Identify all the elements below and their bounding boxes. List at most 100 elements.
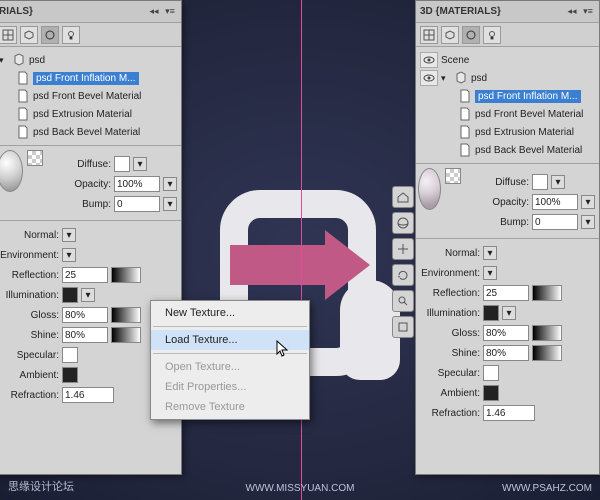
label-normal: Normal: (0, 230, 59, 241)
diffuse-swatch[interactable] (532, 174, 548, 190)
visibility-eye-icon[interactable] (420, 70, 438, 86)
panel-header[interactable]: RIALS} ◂◂ ▾≡ (0, 1, 181, 23)
filter-mesh-icon[interactable] (441, 26, 459, 44)
tree-item-label: psd Front Inflation M... (33, 72, 139, 85)
tree-row-item[interactable]: psd Front Bevel Material (0, 87, 179, 105)
diffuse-swatch[interactable] (114, 156, 130, 172)
ambient-swatch[interactable] (483, 385, 499, 401)
opacity-menu-icon[interactable]: ▾ (163, 177, 177, 191)
label-specular: Specular: (0, 350, 59, 361)
menu-new-texture[interactable]: New Texture... (151, 303, 309, 323)
refraction-input[interactable]: 1.46 (62, 387, 114, 403)
tool-pan-icon[interactable] (392, 238, 414, 260)
panel-title: RIALS} (0, 6, 33, 17)
shine-grad[interactable] (111, 327, 141, 343)
illum-swatch[interactable] (483, 305, 499, 321)
env-menu-icon[interactable]: ▾ (483, 266, 497, 280)
menu-remove-texture[interactable]: Remove Texture (151, 397, 309, 417)
label-illumination: Illumination: (418, 308, 480, 319)
tool-home-icon[interactable] (392, 186, 414, 208)
page-icon (458, 143, 472, 157)
tree-row-root[interactable]: ▾ psd (0, 51, 179, 69)
shine-grad[interactable] (532, 345, 562, 361)
tree-row-item[interactable]: psd Front Inflation M... (418, 87, 597, 105)
gloss-input[interactable]: 80% (483, 325, 529, 341)
tree-row-item[interactable]: psd Back Bevel Material (418, 141, 597, 159)
tree-row-item[interactable]: psd Back Bevel Material (0, 123, 179, 141)
gloss-grad[interactable] (111, 307, 141, 323)
tree-item-label: psd Front Bevel Material (33, 91, 141, 102)
label-specular: Specular: (418, 368, 480, 379)
diffuse-menu-icon[interactable]: ▾ (133, 157, 147, 171)
watermark-mid: WWW.MISSYUAN.COM (246, 483, 355, 494)
menu-edit-properties[interactable]: Edit Properties... (151, 377, 309, 397)
illum-menu-icon[interactable]: ▾ (502, 306, 516, 320)
refraction-input[interactable]: 1.46 (483, 405, 535, 421)
diffuse-menu-icon[interactable]: ▾ (551, 175, 565, 189)
page-icon (16, 71, 30, 85)
tool-scale-icon[interactable] (392, 316, 414, 338)
filter-scene-icon[interactable] (0, 26, 17, 44)
tree-row-item[interactable]: psd Extrusion Material (0, 105, 179, 123)
twisty-icon[interactable]: ▾ (441, 73, 451, 84)
tree-row-scene[interactable]: Scene (418, 51, 597, 69)
reflection-input[interactable]: 25 (62, 267, 108, 283)
reflection-input[interactable]: 25 (483, 285, 529, 301)
tree-row-item[interactable]: psd Front Bevel Material (418, 105, 597, 123)
filter-materials-icon[interactable] (462, 26, 480, 44)
tool-zoom-icon[interactable] (392, 290, 414, 312)
label-gloss: Gloss: (418, 328, 480, 339)
reflection-grad[interactable] (111, 267, 141, 283)
visibility-eye-icon[interactable] (420, 52, 438, 68)
collapse-left-icon[interactable]: ◂◂ (565, 5, 579, 19)
filter-lights-icon[interactable] (62, 26, 80, 44)
reflection-grad[interactable] (532, 285, 562, 301)
bump-input[interactable]: 0 (532, 214, 578, 230)
label-opacity: Opacity: (49, 179, 111, 190)
preview-picker[interactable] (445, 168, 461, 184)
preview-area: Diffuse:▾ Opacity:100%▾ Bump:0▾ (0, 146, 181, 221)
material-preview-sphere[interactable] (418, 168, 441, 210)
normal-menu-icon[interactable]: ▾ (62, 228, 76, 242)
material-preview-sphere[interactable] (0, 150, 23, 192)
panel-header[interactable]: 3D {MATERIALS} ◂◂ ▾≡ (416, 1, 599, 23)
mesh-icon (454, 71, 468, 85)
tree-row-root[interactable]: ▾ psd (418, 69, 597, 87)
bump-menu-icon[interactable]: ▾ (163, 197, 177, 211)
specular-swatch[interactable] (483, 365, 499, 381)
tree-item-label: psd Front Bevel Material (475, 109, 583, 120)
filter-mesh-icon[interactable] (20, 26, 38, 44)
menu-icon[interactable]: ▾≡ (163, 5, 177, 19)
opacity-input[interactable]: 100% (532, 194, 578, 210)
tree-row-item[interactable]: psd Extrusion Material (418, 123, 597, 141)
tree-row-item[interactable]: psd Front Inflation M... (0, 69, 179, 87)
twisty-icon[interactable]: ▾ (0, 55, 9, 66)
collapse-left-icon[interactable]: ◂◂ (147, 5, 161, 19)
tool-orbit-icon[interactable] (392, 212, 414, 234)
gloss-grad[interactable] (532, 325, 562, 341)
gloss-input[interactable]: 80% (62, 307, 108, 323)
specular-swatch[interactable] (62, 347, 78, 363)
opacity-input[interactable]: 100% (114, 176, 160, 192)
label-bump: Bump: (49, 199, 111, 210)
illum-menu-icon[interactable]: ▾ (81, 288, 95, 302)
opacity-menu-icon[interactable]: ▾ (581, 195, 595, 209)
menu-icon[interactable]: ▾≡ (581, 5, 595, 19)
env-menu-icon[interactable]: ▾ (62, 248, 76, 262)
filter-scene-icon[interactable] (420, 26, 438, 44)
preview-area: Diffuse:▾ Opacity:100%▾ Bump:0▾ (416, 164, 599, 239)
label-ambient: Ambient: (0, 370, 59, 381)
bump-menu-icon[interactable]: ▾ (581, 215, 595, 229)
bump-input[interactable]: 0 (114, 196, 160, 212)
normal-menu-icon[interactable]: ▾ (483, 246, 497, 260)
label-reflection: Reflection: (0, 270, 59, 281)
filter-lights-icon[interactable] (483, 26, 501, 44)
preview-picker[interactable] (27, 150, 43, 166)
tool-roll-icon[interactable] (392, 264, 414, 286)
filter-materials-icon[interactable] (41, 26, 59, 44)
shine-input[interactable]: 80% (483, 345, 529, 361)
tree-item-label: psd Back Bevel Material (475, 145, 582, 156)
illum-swatch[interactable] (62, 287, 78, 303)
shine-input[interactable]: 80% (62, 327, 108, 343)
ambient-swatch[interactable] (62, 367, 78, 383)
